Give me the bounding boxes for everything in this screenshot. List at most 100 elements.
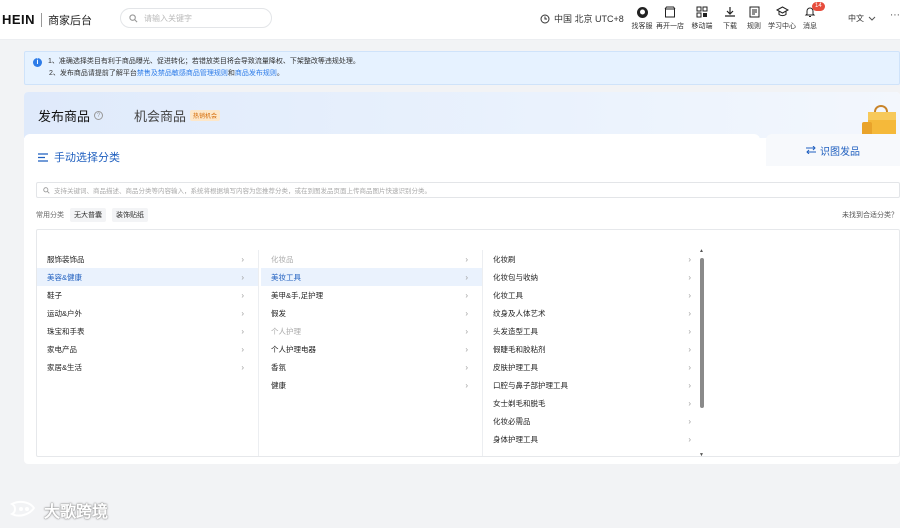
category-item[interactable]: 化妆刷 › (483, 250, 705, 268)
category-item[interactable]: 头发造型工具 › (483, 322, 705, 340)
publish-panel: 发布商品 ? 机会商品 热销机会 手动选择分类 识图发品 支持关键词、商品描述、… (24, 92, 900, 464)
chevron-right-icon: › (688, 416, 691, 426)
timezone-selector[interactable]: 中国 北京 UTC+8 (540, 12, 624, 25)
category-item[interactable]: 化妆必需品 › (483, 412, 705, 430)
nav-messages[interactable]: 14 消息 (798, 2, 825, 31)
category-item[interactable]: 服饰装饰品 › (37, 250, 258, 268)
nav-learning-center[interactable]: 学习中心 (766, 5, 798, 31)
category-level-3: 化妆刷 › 化妆包与收纳 › 化妆工具 › 纹身及人体艺术 › 头发造型工具 › 假睫毛和胶粘剂 › 皮… (483, 250, 705, 456)
nav-rules[interactable]: 规则 (742, 5, 766, 31)
tab-label: 机会商品 (134, 109, 187, 124)
scroll-up-icon[interactable]: ▲ (699, 248, 704, 254)
common-categories: 常用分类 无大普囊 装饰贴纸 (36, 208, 148, 222)
store-icon (663, 5, 677, 19)
nav-mobile[interactable]: 移动端 (686, 5, 718, 31)
tab-publish-product[interactable]: 发布商品 ? (38, 106, 104, 125)
category-item[interactable]: 皮肤护理工具 › (483, 358, 705, 376)
chevron-right-icon: › (241, 272, 244, 282)
scroll-down-icon[interactable]: ▼ (699, 452, 704, 458)
category-item-label: 服饰装饰品 (47, 254, 85, 264)
category-item[interactable]: 假睫毛和胶粘剂 › (483, 340, 705, 358)
category-item[interactable]: 运动&户外 › (37, 304, 258, 322)
category-item-label: 女士剃毛和脱毛 (493, 398, 546, 408)
category-item[interactable]: 美妆工具 › (261, 268, 482, 286)
category-item[interactable]: 化妆工具 › (483, 286, 705, 304)
watermark-text: 大歌跨境 (44, 504, 109, 521)
category-scrollbar[interactable]: ▲ ▼ (699, 248, 704, 458)
category-item-label: 个人护理 (271, 326, 301, 336)
photo-publish-button[interactable]: 识图发品 (766, 134, 900, 166)
brand-logo[interactable]: HEIN (2, 12, 35, 27)
category-item[interactable]: 香氛 › (261, 358, 482, 376)
manual-select-title: 手动选择分类 (38, 149, 120, 165)
category-item[interactable]: 纹身及人体艺术 › (483, 304, 705, 322)
category-item-label: 化妆刷 (493, 254, 516, 264)
list-icon (38, 152, 48, 162)
notice-line-2: 2、发布商品请提前了解平台禁售及禁品敏感商品管理规则和商品发布规则。 (33, 68, 899, 80)
chevron-right-icon: › (465, 362, 468, 372)
product-publish-rules-link[interactable]: 商品发布规则 (235, 70, 277, 77)
clock-icon (540, 14, 550, 23)
chevron-right-icon: › (241, 254, 244, 264)
gift-bag-icon (862, 105, 896, 138)
chevron-right-icon: › (688, 290, 691, 300)
category-item[interactable]: 家电产品 › (37, 340, 258, 358)
category-search-placeholder: 支持关键词、商品描述、商品分类等内容输入，系统将根据填写内容为您推荐分类，或在到… (54, 188, 431, 195)
search-placeholder: 请输入关键字 (144, 13, 192, 23)
chevron-right-icon: › (241, 362, 244, 372)
category-level-2: 化妆品 › 美妆工具 › 美甲&手,足护理 › 假发 › 个人护理 › 个人护理电器 › 香氛 › 健康 › (261, 250, 483, 456)
notice-line-1: i 1、准确选择类目有利于商品曝光、促进转化；若错放类目将会导致流量降权、下架整改… (33, 56, 899, 68)
category-item-label: 健康 (271, 380, 286, 390)
help-icon[interactable]: ? (94, 111, 104, 120)
category-item-label: 假发 (271, 308, 286, 318)
category-item[interactable]: 鞋子 › (37, 286, 258, 304)
common-category-chip[interactable]: 无大普囊 (70, 208, 106, 222)
scrollbar-thumb[interactable] (700, 258, 704, 408)
category-item[interactable]: 化妆包与收纳 › (483, 268, 705, 286)
category-item: 化妆品 › (261, 250, 482, 268)
category-search-input[interactable]: 支持关键词、商品描述、商品分类等内容输入，系统将根据填写内容为您推荐分类，或在到… (36, 182, 900, 198)
chevron-right-icon: › (241, 326, 244, 336)
nav-label: 消息 (803, 23, 817, 30)
nav-label: 找客服 (631, 23, 653, 30)
category-item[interactable]: 身体护理工具 › (483, 430, 705, 448)
nav-customer-service[interactable]: 找客服 (630, 5, 654, 31)
rules-icon (747, 5, 761, 19)
category-item-label: 身体护理工具 (493, 434, 538, 444)
category-item-label: 家电产品 (47, 344, 77, 354)
category-item[interactable]: 女士剃毛和脱毛 › (483, 394, 705, 412)
manual-select-card: 手动选择分类 (24, 134, 760, 180)
category-not-found-link[interactable]: 未找到合适分类？ (842, 210, 898, 220)
category-item-label: 头发造型工具 (493, 326, 538, 336)
more-menu-icon[interactable]: ⋯ (890, 10, 900, 21)
category-item[interactable]: 珠宝和手表 › (37, 322, 258, 340)
category-item-label: 化妆必需品 (493, 416, 531, 426)
category-item[interactable]: 个人护理电器 › (261, 340, 482, 358)
category-level-1: 服饰装饰品 › 美容&健康 › 鞋子 › 运动&户外 › 珠宝和手表 › 家电产品 › 家居&生活 › (37, 250, 259, 456)
chevron-right-icon: › (688, 344, 691, 354)
category-item[interactable]: 家居&生活 › (37, 358, 258, 376)
tab-opportunity-product[interactable]: 机会商品 热销机会 (134, 106, 221, 125)
logo-divider (41, 12, 43, 27)
category-item[interactable]: 美甲&手,足护理 › (261, 286, 482, 304)
search-icon (129, 13, 138, 22)
nav-open-store[interactable]: 再开一店 (654, 5, 686, 31)
category-item-label: 家居&生活 (47, 362, 83, 372)
category-item[interactable]: 健康 › (261, 376, 482, 394)
nav-label: 再开一店 (656, 23, 684, 30)
global-search-input[interactable]: 请输入关键字 (120, 8, 272, 28)
common-category-chip[interactable]: 装饰贴纸 (112, 208, 148, 222)
language-selector[interactable]: 中文 (848, 13, 876, 24)
chevron-right-icon: › (465, 272, 468, 282)
category-item[interactable]: 假发 › (261, 304, 482, 322)
prohibited-goods-rules-link[interactable]: 禁售及禁品敏感商品管理规则 (137, 70, 228, 77)
watermark-logo-icon (9, 500, 36, 517)
category-item-label: 假睫毛和胶粘剂 (493, 344, 546, 354)
category-item[interactable]: 美容&健康 › (37, 268, 258, 286)
nav-download[interactable]: 下载 (718, 5, 742, 31)
chevron-right-icon: › (688, 434, 691, 444)
chevron-right-icon: › (465, 290, 468, 300)
search-icon (43, 186, 50, 194)
chevron-right-icon: › (241, 308, 244, 318)
category-item[interactable]: 口腔与鼻子部护理工具 › (483, 376, 705, 394)
